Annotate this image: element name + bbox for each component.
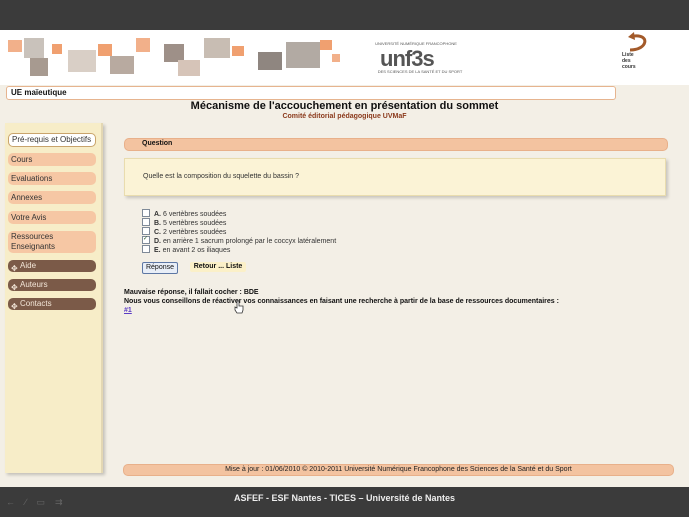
banner-photo (8, 40, 22, 52)
sidebar-item-label: Contacts (20, 299, 52, 308)
banner-photo (258, 52, 282, 70)
answer-checkbox[interactable] (142, 218, 150, 227)
course-list-return-button[interactable]: Liste des cours (620, 32, 654, 86)
question-header: Question (142, 140, 173, 147)
unf3s-logo: UNIVERSITÉ NUMÉRIQUE FRANCOPHONE unf3s D… (368, 41, 468, 77)
page-subtitle: Comité éditorial pédagogique UVMaF (282, 113, 407, 120)
plus-icon: ✥ (11, 302, 18, 312)
answer-list: A. 6 vertèbres soudées B. 5 vertèbres soud… (142, 209, 337, 255)
sidebar-item-annexes[interactable]: Annexes (8, 191, 96, 204)
answer-option[interactable]: B. 5 vertèbres soudées (142, 218, 336, 228)
answer-text: en arrière 1 sacrum prolongé par le cocc… (163, 238, 337, 245)
feedback-block: Mauvaise réponse, il fallait cocher : BD… (124, 288, 666, 315)
bottom-dark-bar: ←∕▭⇉ ASFEF - ESF Nantes - TICES – Univer… (0, 487, 689, 517)
answer-letter: E. (154, 247, 161, 254)
plus-icon: ✥ (11, 264, 18, 274)
resource-link[interactable]: #1 (124, 307, 132, 314)
sidebar-item-aide[interactable]: ✥ Aide (8, 260, 96, 274)
bottom-credits: ASFEF - ESF Nantes - TICES – Université … (233, 493, 456, 503)
sidebar-item-ressources[interactable]: Ressources Enseignants (8, 231, 96, 253)
sidebar-item-label: Auteurs (20, 280, 48, 289)
plus-icon: ✥ (11, 283, 18, 293)
question-header-bar: Question (124, 138, 668, 151)
answer-option[interactable]: D.en arrière 1 sacrum prolongé par le co… (142, 235, 337, 246)
sidebar-item-label: Ressources Enseignants (11, 232, 56, 251)
page-title: Mécanisme de l'accouchement en présentat… (190, 100, 499, 112)
question-box: Quelle est la composition du squelette d… (124, 158, 666, 196)
banner-photo (232, 46, 244, 56)
answer-letter: C. (154, 229, 161, 236)
question-text: Quelle est la composition du squelette d… (143, 173, 300, 180)
top-dark-bar (0, 0, 689, 30)
sidebar-item-label: Cours (11, 155, 33, 164)
banner-photo (110, 56, 134, 74)
sidebar-item-label: Pré-requis et Objectifs (12, 135, 92, 144)
banner-photo (286, 42, 320, 68)
course-bar: UE maïeutique (6, 86, 616, 100)
sidebar-item-label: Evaluations (11, 174, 53, 183)
sidebar-item-avis[interactable]: Votre Avis (8, 211, 96, 224)
sidebar: Pré-requis et Objectifs Cours Evaluation… (5, 123, 103, 473)
return-arrow-icon (628, 32, 647, 52)
answer-option[interactable]: E. en avant 2 os iliaques (142, 245, 336, 255)
sidebar-item-evaluations[interactable]: Evaluations (8, 172, 96, 185)
answer-checkbox[interactable] (142, 227, 150, 236)
answer-letter: B. (154, 220, 161, 227)
banner-photo (24, 38, 44, 58)
answer-text: 2 vertèbres soudées (163, 229, 227, 236)
footer-text: Mise à jour : 01/06/2010 © 2010-2011 Uni… (225, 466, 572, 473)
answer-text: 6 vertèbres soudées (163, 211, 227, 218)
banner-photo (30, 58, 48, 76)
response-button[interactable]: Réponse (142, 262, 178, 274)
hand-cursor-icon (234, 300, 244, 314)
banner-photo (320, 40, 332, 50)
answer-option[interactable]: C. 2 vertèbres soudées (142, 227, 336, 237)
banner-photo (52, 44, 62, 54)
return-label-line: cours (622, 64, 636, 70)
banner-photo (98, 44, 112, 56)
feedback-result: Mauvaise réponse, il fallait cocher : BD… (124, 289, 259, 296)
sidebar-item-label: Annexes (11, 193, 43, 202)
return-list-button[interactable]: Retour ... Liste (190, 262, 246, 272)
answer-letter: D. (154, 238, 161, 245)
answer-checkbox[interactable] (142, 209, 150, 218)
answer-checkbox-checked[interactable] (142, 235, 150, 245)
banner-photo (136, 38, 150, 52)
banner-photo (332, 54, 340, 62)
banner-photo (178, 60, 200, 76)
header-banner: UNIVERSITÉ NUMÉRIQUE FRANCOPHONE unf3s D… (0, 30, 689, 85)
answer-option[interactable]: A. 6 vertèbres soudées (142, 209, 336, 219)
sidebar-item-prerequis[interactable]: Pré-requis et Objectifs (8, 133, 96, 147)
banner-photo (204, 38, 230, 58)
return-label: Liste des cours (622, 52, 636, 70)
sidebar-item-label: Votre Avis (11, 213, 47, 222)
answer-text: 5 vertèbres soudées (163, 220, 227, 227)
course-label: UE maïeutique (11, 88, 67, 97)
logo-bottom-text: DES SCIENCES DE LA SANTÉ ET DU SPORT (377, 69, 463, 74)
footer-bar: Mise à jour : 01/06/2010 © 2010-2011 Uni… (123, 464, 674, 476)
feedback-advice: Nous vous conseillons de réactiver vos c… (124, 298, 559, 305)
answer-letter: A. (154, 211, 161, 218)
sidebar-item-label: Aide (20, 261, 37, 270)
banner-photo (68, 50, 96, 72)
answer-text: en avant 2 os iliaques (162, 247, 231, 254)
sidebar-item-auteurs[interactable]: ✥ Auteurs (8, 279, 96, 293)
sidebar-item-contacts[interactable]: ✥ Contacts (8, 298, 96, 312)
sidebar-item-cours[interactable]: Cours (8, 153, 96, 166)
answer-checkbox[interactable] (142, 245, 150, 254)
